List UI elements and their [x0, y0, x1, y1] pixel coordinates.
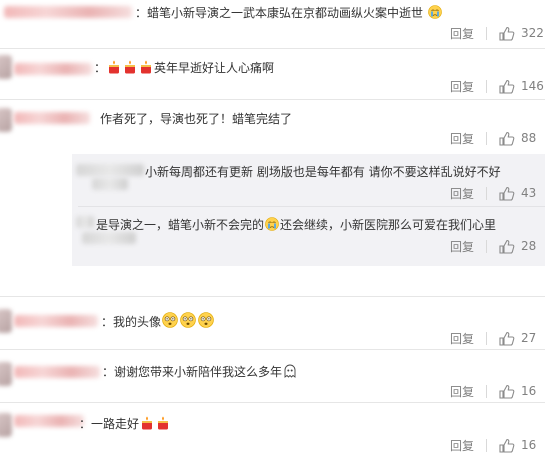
like-button[interactable]: 28 [499, 239, 545, 254]
comment-text-row: ： 英年早逝好让人心痛啊 [94, 59, 274, 76]
like-count: 16 [521, 384, 537, 398]
reply-button[interactable]: 回复 [450, 238, 474, 255]
reply-text-row: 是导演之一，蜡笔小新不会完的 还会继续，小新医院那么可爱在我们心里 [96, 216, 496, 233]
reply-button[interactable]: 回复 [450, 383, 474, 400]
like-button[interactable]: 322 [499, 26, 545, 41]
candle-emoji [141, 60, 152, 74]
colon-text: ： [94, 61, 107, 75]
like-count: 28 [521, 239, 537, 253]
like-count: 16 [521, 438, 537, 452]
reply-text: 是导演之一，蜡笔小新不会完的 [96, 218, 265, 232]
comment-item: ： 英年早逝好让人心痛啊 回复 146 [0, 49, 545, 98]
reply-text: 还会继续，小新医院那么可爱在我们心里 [280, 218, 497, 232]
like-count: 27 [521, 331, 537, 345]
like-button[interactable]: 27 [499, 331, 545, 346]
comment-actions: 回复 322 [450, 25, 545, 42]
dazed-face-emoji [162, 312, 179, 328]
dazed-face-emoji [180, 312, 197, 328]
comment-text-row: ：我的头像 [101, 312, 215, 330]
divider [486, 186, 487, 200]
comment-actions: 回复 146 [450, 78, 545, 95]
comment-text: 作者死了，导演也死了！蜡笔完结了 [100, 112, 293, 126]
divider [486, 26, 487, 40]
comment-actions: 回复 27 [450, 330, 545, 347]
thumbs-up-icon [499, 26, 515, 41]
comment-item: ：谢谢您带来小新陪伴我这么多年 回复 16 [0, 350, 545, 400]
comment-text-row: ：谢谢您带来小新陪伴我这么多年 [102, 363, 298, 380]
dazed-face-emoji [198, 312, 215, 328]
avatar[interactable] [82, 232, 136, 244]
comment-text: ：一路走好 [79, 417, 140, 431]
comment-actions: 回复 88 [450, 130, 545, 147]
reply-text: 小新每周都还有更新 剧场版也是每年都有 请你不要这样乱说好不好 [145, 165, 501, 179]
like-button[interactable]: 43 [499, 186, 545, 201]
like-count: 322 [521, 26, 544, 40]
username[interactable] [4, 6, 132, 18]
like-count: 43 [521, 186, 537, 200]
avatar[interactable] [0, 309, 12, 333]
username[interactable] [14, 63, 92, 75]
like-count: 146 [521, 79, 544, 93]
reply-button[interactable]: 回复 [450, 185, 474, 202]
crying-emoji [427, 5, 442, 19]
crying-emoji [265, 217, 280, 231]
comment-item: ：我的头像 回复 27 [0, 297, 545, 347]
comment-item: 作者死了，导演也死了！蜡笔完结了 回复 88 [0, 100, 545, 152]
candle-emoji [142, 416, 153, 430]
divider [486, 384, 487, 398]
comment-text-row: 作者死了，导演也死了！蜡笔完结了 [100, 110, 292, 127]
username[interactable] [14, 112, 90, 124]
comment-actions: 回复 16 [450, 383, 545, 400]
reply-button[interactable]: 回复 [450, 78, 474, 95]
like-count: 88 [521, 131, 537, 145]
divider [486, 79, 487, 93]
like-button[interactable]: 146 [499, 79, 545, 94]
comment-text: 英年早逝好让人心痛啊 [154, 61, 275, 75]
reply-button[interactable]: 回复 [450, 330, 474, 347]
thumbs-up-icon [499, 131, 515, 146]
like-button[interactable]: 16 [499, 438, 545, 453]
reply-list: 小新每周都还有更新 剧场版也是每年都有 请你不要这样乱说好不好 回复 43 是导… [72, 154, 545, 266]
avatar[interactable] [0, 55, 12, 79]
comment-actions: 回复 16 [450, 437, 545, 454]
like-button[interactable]: 88 [499, 131, 545, 146]
avatar[interactable] [0, 413, 12, 437]
divider [78, 206, 545, 207]
thumbs-up-icon [499, 384, 515, 399]
avatar[interactable] [0, 108, 12, 132]
comment-text-row: ：蜡笔小新导演之一武本康弘在京都动画纵火案中逝世 [135, 4, 443, 21]
username[interactable] [14, 366, 100, 378]
username[interactable] [14, 415, 84, 427]
reply-button[interactable]: 回复 [450, 437, 474, 454]
reply-button[interactable]: 回复 [450, 25, 474, 42]
reply-text-row: 小新每周都还有更新 剧场版也是每年都有 请你不要这样乱说好不好 [77, 163, 501, 180]
username[interactable] [14, 315, 98, 327]
thumbs-up-icon [499, 239, 515, 254]
divider [486, 239, 487, 253]
thumbs-up-icon [499, 438, 515, 453]
ghost-face-emoji [284, 364, 296, 378]
avatar[interactable] [0, 362, 12, 386]
comment-text: ：蜡笔小新导演之一武本康弘在京都动画纵火案中逝世 [135, 6, 424, 20]
reply-actions: 回复 28 [450, 238, 545, 255]
like-button[interactable]: 16 [499, 384, 545, 399]
comment-item: ：一路走好 回复 16 [0, 403, 545, 455]
comment-text: ：我的头像 [101, 315, 162, 329]
candle-emoji [125, 60, 136, 74]
comment-item: ：蜡笔小新导演之一武本康弘在京都动画纵火案中逝世 回复 322 [0, 0, 545, 48]
candle-emoji [109, 60, 120, 74]
thumbs-up-icon [499, 79, 515, 94]
thumbs-up-icon [499, 186, 515, 201]
candle-emoji [158, 416, 169, 430]
comment-text-row: ：一路走好 [79, 415, 171, 432]
divider [486, 131, 487, 145]
username[interactable] [76, 216, 94, 228]
divider [486, 438, 487, 452]
reply-actions: 回复 43 [450, 185, 545, 202]
reply-button[interactable]: 回复 [450, 130, 474, 147]
divider [486, 331, 487, 345]
thumbs-up-icon [499, 331, 515, 346]
comment-text: ：谢谢您带来小新陪伴我这么多年 [102, 365, 283, 379]
